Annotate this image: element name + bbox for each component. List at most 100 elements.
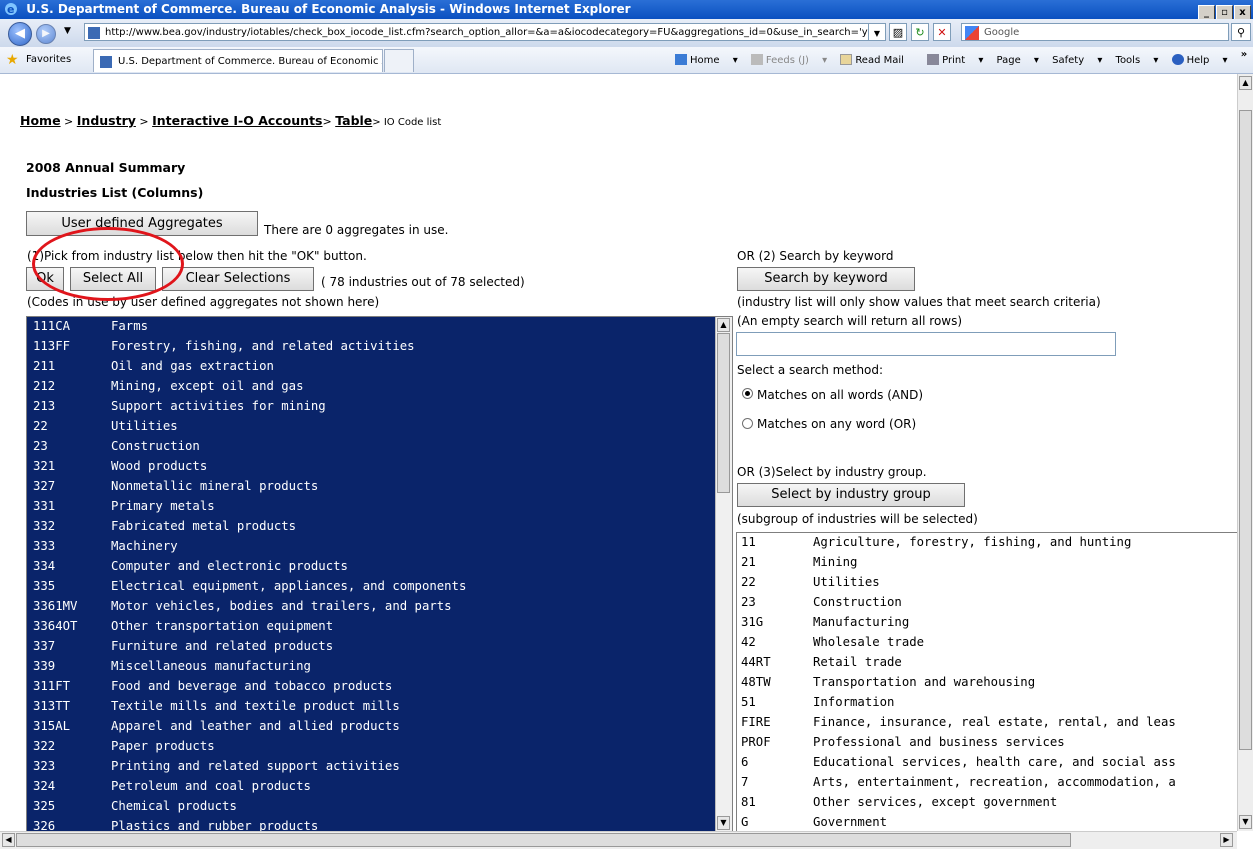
list-item[interactable]: 213 Support activities for mining (33, 399, 326, 419)
list-item[interactable]: 323 Printing and related support activiti… (33, 759, 400, 779)
list-item[interactable]: 311FT Food and beverage and tobacco produ… (33, 679, 392, 699)
list-item[interactable]: 335 Electrical equipment, appliances, and… (33, 579, 466, 599)
page-scroll-thumb[interactable] (1239, 110, 1252, 750)
horizontal-scroll-thumb[interactable] (16, 833, 1071, 847)
radio-and[interactable] (742, 388, 753, 399)
list-item-name: Motor vehicles, bodies and trailers, and… (111, 599, 452, 613)
list-item[interactable]: 337 Furniture and related products (33, 639, 333, 659)
list-item-code: 31G (741, 615, 764, 629)
forward-button[interactable]: ▶ (36, 24, 56, 44)
list-item[interactable]: 7 Arts, entertainment, recreation, accomm… (741, 775, 1176, 795)
select-by-industry-group-button[interactable]: Select by industry group (737, 483, 965, 507)
window-title-bar[interactable]: e U.S. Department of Commerce. Bureau of… (0, 0, 1253, 21)
list-item[interactable]: 315AL Apparel and leather and allied prod… (33, 719, 400, 739)
page-horizontal-scrollbar[interactable]: ◀ ▶ (0, 831, 1237, 849)
scroll-up-icon[interactable]: ▲ (717, 318, 730, 332)
list-item[interactable]: 48TW Transportation and warehousing (741, 675, 1035, 695)
safety-command[interactable]: Safety ▾ (1052, 55, 1102, 66)
list-item[interactable]: 6 Educational services, health care, and … (741, 755, 1176, 775)
list-item-code: 22 (33, 419, 48, 433)
favorites-star-icon[interactable]: ★ (6, 52, 19, 68)
list-item[interactable]: 326 Plastics and rubber products (33, 819, 318, 831)
list-item[interactable]: 333 Machinery (33, 539, 178, 559)
search-input[interactable]: Google (961, 23, 1229, 41)
search-method-label: Select a search method: (737, 363, 884, 377)
list-item[interactable]: G Government (741, 815, 887, 831)
address-bar-row: ◀ ▶ ▼ http://www.bea.gov/industry/iotabl… (0, 19, 1253, 48)
list-item[interactable]: 22 Utilities (33, 419, 178, 439)
list-item[interactable]: 44RT Retail trade (741, 655, 902, 675)
list-item[interactable]: 113FF Forestry, fishing, and related acti… (33, 339, 415, 359)
list-item-code: 11 (741, 535, 756, 549)
favorites-button[interactable]: Favorites (26, 54, 71, 65)
page-scroll-down-icon[interactable]: ▼ (1239, 815, 1252, 829)
list-item[interactable]: 23 Construction (33, 439, 200, 459)
search-by-keyword-button[interactable]: Search by keyword (737, 267, 915, 291)
list-item[interactable]: 81 Other services, except government (741, 795, 1057, 815)
more-commands-icon[interactable]: » (1241, 49, 1247, 60)
breadcrumb-io-accounts-link[interactable]: Interactive I-O Accounts (152, 113, 322, 128)
back-button[interactable]: ◀ (8, 22, 32, 46)
list-item[interactable]: 3361MV Motor vehicles, bodies and trailer… (33, 599, 452, 619)
list-item-name: Apparel and leather and allied products (111, 719, 400, 733)
page-vertical-scrollbar[interactable]: ▲ ▼ (1237, 74, 1253, 831)
list-item[interactable]: 321 Wood products (33, 459, 207, 479)
industry-group-list[interactable]: 11 Agriculture, forestry, fishing, and hu… (736, 532, 1237, 831)
refresh-button[interactable]: ↻ (911, 23, 929, 41)
list-item[interactable]: 22 Utilities (741, 575, 880, 595)
industry-select-list[interactable]: 111CA Farms 113FF Forestry, fishing, and re… (26, 316, 733, 831)
list-item[interactable]: 11 Agriculture, forestry, fishing, and hu… (741, 535, 1131, 555)
new-tab-button[interactable] (384, 49, 414, 72)
selection-count: ( 78 industries out of 78 selected) (321, 275, 525, 289)
search-button[interactable]: ⚲ (1231, 23, 1251, 41)
list-item[interactable]: 3364OT Other transportation equipment (33, 619, 333, 639)
list-item[interactable]: 331 Primary metals (33, 499, 215, 519)
list-item[interactable]: 211 Oil and gas extraction (33, 359, 274, 379)
list-item[interactable]: 313TT Textile mills and textile product m… (33, 699, 400, 719)
list-item[interactable]: 111CA Farms (33, 319, 148, 339)
list-item[interactable]: 322 Paper products (33, 739, 215, 759)
read-mail-command[interactable]: Read Mail (840, 54, 914, 66)
scroll-left-icon[interactable]: ◀ (2, 833, 15, 847)
home-command[interactable]: Home ▾ (675, 54, 738, 66)
feeds-command[interactable]: Feeds (J) ▾ (750, 54, 827, 66)
list-item[interactable]: 325 Chemical products (33, 799, 237, 819)
list-item[interactable]: 339 Miscellaneous manufacturing (33, 659, 311, 679)
list-item[interactable]: PROF Professional and business services (741, 735, 1065, 755)
feeds-icon (750, 54, 763, 65)
list-item[interactable]: 327 Nonmetallic mineral products (33, 479, 318, 499)
list-item[interactable]: 324 Petroleum and coal products (33, 779, 311, 799)
breadcrumb-industry-link[interactable]: Industry (77, 113, 136, 128)
list-item[interactable]: 212 Mining, except oil and gas (33, 379, 304, 399)
clear-selections-button[interactable]: Clear Selections (162, 267, 314, 291)
list-item[interactable]: 23 Construction (741, 595, 902, 615)
compatibility-view-button[interactable]: ▨ (889, 23, 907, 41)
stop-button[interactable]: ✕ (933, 23, 951, 41)
list-item[interactable]: 31G Manufacturing (741, 615, 909, 635)
keyword-input[interactable] (736, 332, 1116, 356)
list-item-code: 111CA (33, 319, 71, 333)
scroll-right-icon[interactable]: ▶ (1220, 833, 1233, 847)
industry-list-scroll-thumb[interactable] (717, 333, 730, 493)
breadcrumb-current: > IO Code list (372, 117, 442, 128)
tools-command[interactable]: Tools ▾ (1116, 55, 1159, 66)
address-input[interactable]: http://www.bea.gov/industry/iotables/che… (84, 23, 884, 41)
browser-tab[interactable]: U.S. Department of Commerce. Bureau of E… (93, 49, 383, 72)
list-item[interactable]: 42 Wholesale trade (741, 635, 924, 655)
breadcrumb-home-link[interactable]: Home (20, 113, 61, 128)
address-dropdown-button[interactable]: ▼ (868, 23, 886, 41)
list-item[interactable]: 332 Fabricated metal products (33, 519, 296, 539)
list-item[interactable]: FIRE Finance, insurance, real estate, ren… (741, 715, 1176, 735)
scroll-down-icon[interactable]: ▼ (717, 816, 730, 830)
breadcrumb-table-link[interactable]: Table (335, 113, 372, 128)
list-item[interactable]: 51 Information (741, 695, 894, 715)
help-command[interactable]: Help ▾ (1171, 54, 1228, 66)
recent-pages-dropdown-icon[interactable]: ▼ (64, 26, 71, 36)
page-command[interactable]: Page ▾ (997, 55, 1039, 66)
radio-or[interactable] (742, 418, 753, 429)
industry-list-scrollbar[interactable]: ▲ ▼ (715, 317, 732, 831)
page-scroll-up-icon[interactable]: ▲ (1239, 76, 1252, 90)
print-command[interactable]: Print ▾ (927, 54, 983, 66)
list-item[interactable]: 21 Mining (741, 555, 857, 575)
list-item[interactable]: 334 Computer and electronic products (33, 559, 348, 579)
